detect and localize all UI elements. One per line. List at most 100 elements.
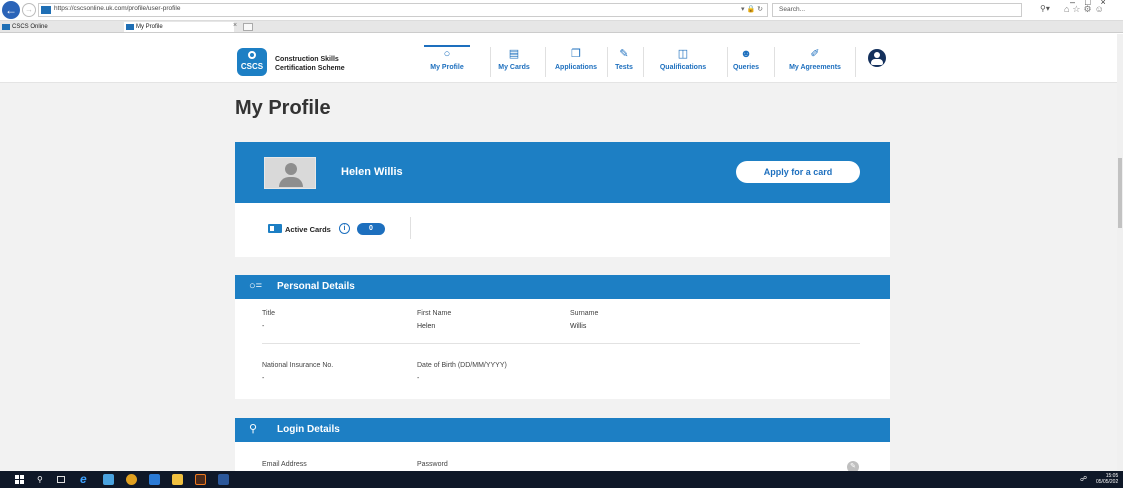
logo-text: CSCS	[240, 62, 264, 71]
url-text: https://cscsonline.uk.com/profile/user-p…	[54, 5, 181, 12]
nav-label: My Agreements	[789, 64, 841, 71]
active-cards-label: Active Cards	[285, 225, 331, 234]
nav-divider	[774, 47, 775, 77]
forward-button[interactable]: →	[22, 3, 36, 17]
clock-date: 05/05/202	[1096, 479, 1119, 485]
page-title: My Profile	[235, 97, 331, 119]
new-tab-button[interactable]	[243, 23, 253, 31]
person-icon: ○	[443, 48, 451, 60]
nav-label: Queries	[732, 64, 760, 71]
scrollbar-thumb[interactable]	[1118, 158, 1122, 228]
nav-applications[interactable]: ❐ Applications	[551, 47, 601, 83]
tab-favicon-icon	[2, 24, 10, 30]
nav-label: My Profile	[430, 64, 464, 71]
photo-head-icon	[285, 163, 297, 175]
nav-my-profile[interactable]: ○ My Profile	[424, 45, 470, 81]
personal-details-heading: Personal Details	[277, 281, 355, 292]
url-controls[interactable]: ▾ 🔒 ↻	[741, 5, 763, 13]
dob-label: Date of Birth (DD/MM/YYYY)	[417, 362, 507, 369]
taskbar-search-icon[interactable]: ⚲	[37, 474, 48, 485]
nav-divider	[490, 47, 491, 77]
tab-my-profile[interactable]: My Profile	[124, 22, 234, 32]
nav-label: Qualifications	[659, 64, 707, 71]
window-controls[interactable]: –□×	[1070, 0, 1116, 7]
nav-qualifications[interactable]: ◫ Qualifications	[649, 47, 717, 83]
login-details-header: ⚲ Login Details	[235, 418, 890, 442]
back-button[interactable]: ←	[2, 1, 20, 19]
tab-label: My Profile	[136, 24, 163, 30]
id-card-icon	[268, 224, 282, 233]
tests-icon: ✎	[619, 48, 629, 60]
task-view-icon[interactable]	[57, 476, 65, 483]
key-icon: ⚲	[249, 423, 258, 435]
nav-divider	[607, 47, 608, 77]
info-icon[interactable]: i	[339, 223, 350, 234]
title-value: -	[262, 323, 265, 330]
avatar-head	[874, 52, 880, 58]
personal-details-header: ○= Personal Details	[235, 275, 890, 299]
nav-my-cards[interactable]: ▤ My Cards	[494, 47, 534, 83]
windows-taskbar: ⚲ e ☍ 15:05 05/05/202	[0, 471, 1123, 488]
active-cards-count-badge[interactable]: 0	[357, 223, 385, 235]
qualifications-icon: ◫	[677, 48, 689, 60]
windows-start-icon[interactable]	[14, 474, 25, 485]
internet-explorer-icon[interactable]: e	[80, 473, 91, 485]
dob-value: -	[417, 375, 420, 382]
brand-line-2: Certification Scheme	[275, 65, 345, 72]
brand-name: Construction Skills Certification Scheme	[275, 55, 345, 73]
browser-tab-bar: CSCS Online My Profile	[0, 21, 1123, 33]
file-explorer-icon[interactable]	[172, 474, 183, 485]
email-label: Email Address	[262, 461, 307, 468]
illustrator-icon[interactable]	[195, 474, 206, 485]
account-avatar-icon[interactable]	[868, 49, 886, 67]
login-details-heading: Login Details	[277, 424, 340, 435]
brand-line-1: Construction Skills	[275, 56, 339, 63]
cscs-logo[interactable]: CSCS	[237, 48, 267, 76]
page-scrollbar[interactable]	[1117, 34, 1123, 470]
outlook-icon[interactable]	[149, 474, 160, 485]
url-input[interactable]: https://cscsonline.uk.com/profile/user-p…	[38, 3, 768, 17]
close-tab-icon[interactable]: ×	[233, 22, 237, 29]
profile-photo-placeholder	[264, 157, 316, 189]
nav-label: Tests	[615, 64, 633, 71]
login-details-panel: Email Address Password ✎	[235, 442, 890, 473]
site-header: CSCS Construction Skills Certification S…	[0, 33, 1123, 83]
ni-number-label: National Insurance No.	[262, 362, 334, 369]
store-app-icon[interactable]	[103, 474, 114, 485]
avatar-body	[871, 59, 883, 65]
nav-divider	[727, 47, 728, 77]
taskbar-clock[interactable]: 15:05 05/05/202	[1096, 473, 1118, 485]
title-label: Title	[262, 310, 275, 317]
surname-label: Surname	[570, 310, 599, 317]
agreements-icon: ✐	[810, 48, 820, 60]
profile-name: Helen Willis	[341, 166, 403, 178]
site-favicon-icon	[41, 6, 51, 14]
field-divider	[262, 343, 860, 344]
search-icon[interactable]: ⚲▾	[1040, 4, 1050, 13]
card-icon: ▤	[508, 48, 520, 60]
person-list-icon: ○=	[249, 280, 263, 292]
logo-mark-icon	[248, 51, 256, 59]
nav-tests[interactable]: ✎ Tests	[612, 47, 636, 83]
apply-for-card-button[interactable]: Apply for a card	[736, 161, 860, 183]
nav-my-agreements[interactable]: ✐ My Agreements	[783, 47, 847, 83]
tab-cscs-online[interactable]: CSCS Online	[0, 22, 120, 32]
applications-icon: ❐	[571, 48, 581, 60]
ni-number-value: -	[262, 375, 265, 382]
network-icon[interactable]: ☍	[1080, 475, 1087, 483]
nav-divider	[545, 47, 546, 77]
profile-banner: Helen Willis Apply for a card	[235, 142, 890, 203]
nav-divider	[643, 47, 644, 77]
browser-search-input[interactable]: Search...	[772, 3, 1022, 17]
tab-favicon-icon	[126, 24, 134, 30]
first-name-label: First Name	[417, 310, 452, 317]
personal-details-panel: Title - First Name Helen Surname Willis …	[235, 299, 890, 399]
first-name-value: Helen	[417, 323, 436, 330]
nav-queries[interactable]: ☻ Queries	[731, 47, 761, 83]
chrome-icon[interactable]	[126, 474, 137, 485]
word-icon[interactable]	[218, 474, 229, 485]
browser-search-placeholder: Search...	[779, 6, 806, 13]
nav-label: My Cards	[498, 64, 530, 71]
nav-label: Applications	[554, 64, 597, 71]
queries-icon: ☻	[740, 48, 752, 60]
